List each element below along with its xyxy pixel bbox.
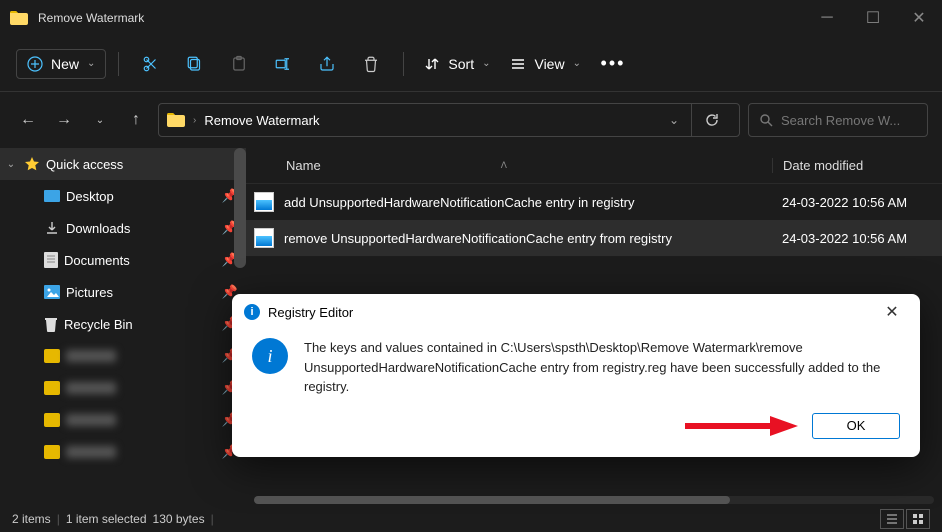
address-bar[interactable]: › Remove Watermark ⌄: [158, 103, 740, 137]
sidebar-item-desktop[interactable]: Desktop 📌: [0, 180, 246, 212]
details-view-button[interactable]: [880, 509, 904, 529]
search-input[interactable]: Search Remove W...: [748, 103, 928, 137]
up-button[interactable]: ↑: [122, 104, 150, 136]
registry-editor-dialog: i Registry Editor ✕ i The keys and value…: [232, 294, 920, 457]
divider: [403, 52, 404, 76]
forward-button[interactable]: →: [50, 104, 78, 136]
sidebar-item-pictures[interactable]: Pictures 📌: [0, 276, 246, 308]
chevron-down-icon: ⌄: [573, 58, 581, 69]
sidebar-item-documents[interactable]: Documents 📌: [0, 244, 246, 276]
sidebar-item-label: Desktop: [66, 189, 114, 204]
window-title: Remove Watermark: [38, 11, 144, 25]
sidebar-item-label: Recycle Bin: [64, 317, 133, 332]
sidebar-item-redacted[interactable]: 📌: [0, 436, 246, 468]
sidebar-item-downloads[interactable]: Downloads 📌: [0, 212, 246, 244]
column-date[interactable]: Date modified: [772, 158, 942, 173]
sidebar-item-redacted[interactable]: 📌: [0, 372, 246, 404]
file-name: remove UnsupportedHardwareNotificationCa…: [284, 231, 772, 246]
copy-button[interactable]: [175, 46, 215, 82]
chevron-down-icon: ⌄: [482, 58, 490, 69]
search-placeholder: Search Remove W...: [781, 113, 900, 128]
sidebar-quick-access[interactable]: ⌄ Quick access: [0, 148, 246, 180]
file-date: 24-03-2022 10:56 AM: [772, 231, 942, 246]
search-icon: [759, 113, 773, 127]
sidebar-item-recyclebin[interactable]: Recycle Bin 📌: [0, 308, 246, 340]
document-icon: [44, 252, 58, 268]
view-button[interactable]: View ⌄: [502, 50, 588, 78]
file-name: add UnsupportedHardwareNotificationCache…: [284, 195, 772, 210]
column-name[interactable]: Nameᐱ: [246, 158, 772, 173]
info-icon: i: [252, 338, 288, 374]
chevron-right-icon: ›: [193, 115, 196, 126]
sort-button[interactable]: Sort ⌄: [416, 50, 498, 78]
file-row[interactable]: remove UnsupportedHardwareNotificationCa…: [246, 220, 942, 256]
sort-icon: [424, 56, 440, 72]
sidebar: ⌄ Quick access Desktop 📌 Downloads 📌 Doc…: [0, 148, 246, 506]
delete-button[interactable]: [351, 46, 391, 82]
dialog-close-button[interactable]: ✕: [876, 302, 908, 322]
desktop-icon: [44, 190, 60, 202]
reg-file-icon: [254, 228, 274, 248]
annotation-arrow: [680, 414, 800, 438]
recent-button[interactable]: ⌄: [86, 104, 114, 136]
rename-button[interactable]: [263, 46, 303, 82]
new-button[interactable]: New ⌄: [16, 49, 106, 79]
sidebar-item-label: Downloads: [66, 221, 130, 236]
chevron-down-icon: ⌄: [87, 58, 95, 69]
sidebar-item-label: Quick access: [46, 157, 123, 172]
status-bar: 2 items | 1 item selected 130 bytes |: [0, 506, 942, 532]
close-button[interactable]: ✕: [896, 0, 942, 36]
column-headers: Nameᐱ Date modified: [246, 148, 942, 184]
folder-icon: [10, 11, 28, 25]
dialog-title: Registry Editor: [268, 305, 353, 320]
cut-button[interactable]: [131, 46, 171, 82]
file-row[interactable]: add UnsupportedHardwareNotificationCache…: [246, 184, 942, 220]
back-button[interactable]: ←: [14, 104, 42, 136]
status-selected: 1 item selected: [66, 512, 147, 526]
view-icon: [510, 56, 526, 72]
thumbnails-view-button[interactable]: [906, 509, 930, 529]
paste-button[interactable]: [219, 46, 259, 82]
plus-circle-icon: [27, 56, 43, 72]
navbar: ← → ⌄ ↑ › Remove Watermark ⌄ Search Remo…: [0, 92, 942, 148]
scrollbar-thumb[interactable]: [254, 496, 730, 504]
star-icon: [24, 156, 40, 172]
sidebar-item-label: Pictures: [66, 285, 113, 300]
info-icon: i: [244, 304, 260, 320]
scrollbar-thumb[interactable]: [234, 148, 246, 268]
pictures-icon: [44, 285, 60, 299]
ok-button[interactable]: OK: [812, 413, 900, 439]
more-button[interactable]: •••: [593, 46, 633, 82]
share-button[interactable]: [307, 46, 347, 82]
sort-label: Sort: [448, 56, 474, 72]
divider: [118, 52, 119, 76]
sidebar-item-redacted[interactable]: 📌: [0, 404, 246, 436]
sidebar-item-redacted[interactable]: 📌: [0, 340, 246, 372]
chevron-down-icon[interactable]: ⌄: [4, 159, 18, 170]
titlebar: Remove Watermark ─ ☐ ✕: [0, 0, 942, 36]
recycle-icon: [44, 316, 58, 332]
sort-indicator-icon: ᐱ: [501, 160, 507, 171]
status-size: 130 bytes: [153, 512, 205, 526]
folder-icon: [167, 113, 185, 127]
sidebar-item-label: Documents: [64, 253, 130, 268]
horizontal-scrollbar[interactable]: [254, 496, 934, 504]
refresh-button[interactable]: [691, 103, 731, 137]
minimize-button[interactable]: ─: [804, 0, 850, 36]
toolbar: New ⌄ Sort ⌄ View ⌄ •••: [0, 36, 942, 92]
breadcrumb[interactable]: Remove Watermark: [204, 113, 319, 128]
chevron-down-icon[interactable]: ⌄: [669, 113, 679, 127]
new-label: New: [51, 56, 79, 72]
view-label: View: [534, 56, 564, 72]
maximize-button[interactable]: ☐: [850, 0, 896, 36]
status-item-count: 2 items: [12, 512, 51, 526]
dialog-message: The keys and values contained in C:\User…: [304, 338, 900, 397]
file-date: 24-03-2022 10:56 AM: [772, 195, 942, 210]
reg-file-icon: [254, 192, 274, 212]
download-icon: [44, 220, 60, 236]
